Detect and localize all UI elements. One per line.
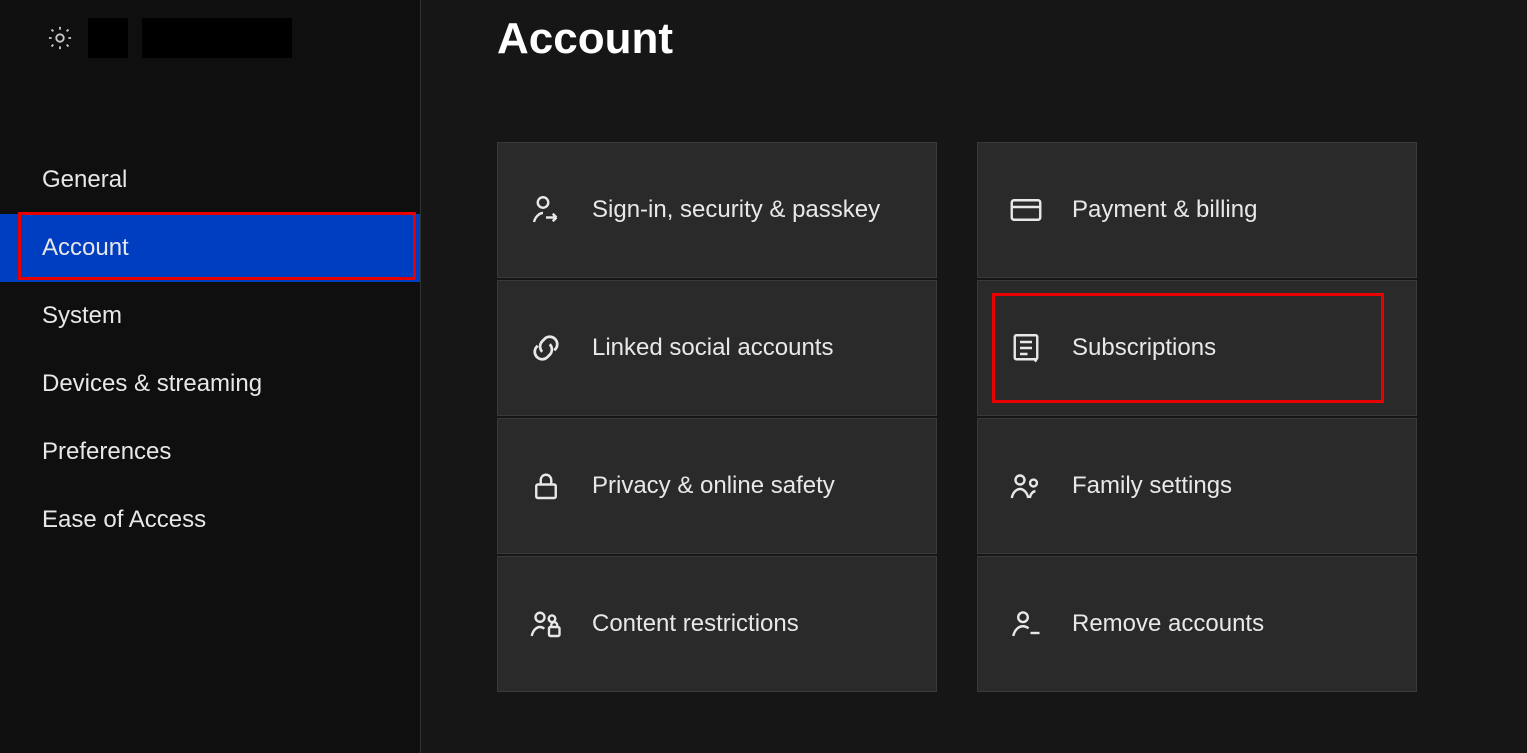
gear-icon (46, 24, 74, 52)
sidebar-item-account[interactable]: Account (0, 214, 420, 282)
tile-signin[interactable]: Sign-in, security & passkey (497, 142, 937, 278)
tile-label: Payment & billing (1072, 195, 1257, 225)
tile-label: Content restrictions (592, 609, 799, 639)
sidebar-item-system[interactable]: System (0, 282, 420, 350)
card-icon (1008, 192, 1044, 228)
sidebar-item-label: System (42, 302, 122, 330)
tile-subscriptions[interactable]: Subscriptions (977, 280, 1417, 416)
profile-name-placeholder (142, 18, 292, 58)
lock-icon (528, 468, 564, 504)
tile-label: Subscriptions (1072, 333, 1216, 363)
tile-family[interactable]: Family settings (977, 418, 1417, 554)
sidebar-item-devices[interactable]: Devices & streaming (0, 350, 420, 418)
tile-label: Family settings (1072, 471, 1232, 501)
tile-remove-accounts[interactable]: Remove accounts (977, 556, 1417, 692)
sidebar-nav: General Account System Devices & streami… (0, 146, 420, 554)
sidebar-item-preferences[interactable]: Preferences (0, 418, 420, 486)
settings-main: Account Sign-in, security & passkey Pa (420, 0, 1527, 753)
sidebar-item-label: General (42, 166, 127, 194)
tile-content-restrictions[interactable]: Content restrictions (497, 556, 937, 692)
sidebar-header (0, 0, 420, 58)
tile-label: Sign-in, security & passkey (592, 195, 880, 225)
link-icon (528, 330, 564, 366)
tile-label: Privacy & online safety (592, 471, 835, 501)
receipt-icon (1008, 330, 1044, 366)
sidebar-item-label: Account (42, 234, 129, 262)
account-tiles: Sign-in, security & passkey Payment & bi… (497, 142, 1417, 692)
settings-sidebar: General Account System Devices & streami… (0, 0, 420, 753)
sidebar-item-ease-of-access[interactable]: Ease of Access (0, 486, 420, 554)
tile-privacy[interactable]: Privacy & online safety (497, 418, 937, 554)
page-title: Account (497, 14, 673, 64)
sidebar-item-label: Ease of Access (42, 506, 206, 534)
tile-label: Remove accounts (1072, 609, 1264, 639)
sidebar-item-label: Preferences (42, 438, 171, 466)
person-arrow-icon (528, 192, 564, 228)
people-lock-icon (528, 606, 564, 642)
tile-label: Linked social accounts (592, 333, 833, 363)
people-icon (1008, 468, 1044, 504)
person-minus-icon (1008, 606, 1044, 642)
profile-avatar-placeholder (88, 18, 128, 58)
sidebar-item-label: Devices & streaming (42, 370, 262, 398)
sidebar-item-general[interactable]: General (0, 146, 420, 214)
tile-linked[interactable]: Linked social accounts (497, 280, 937, 416)
tile-payment[interactable]: Payment & billing (977, 142, 1417, 278)
